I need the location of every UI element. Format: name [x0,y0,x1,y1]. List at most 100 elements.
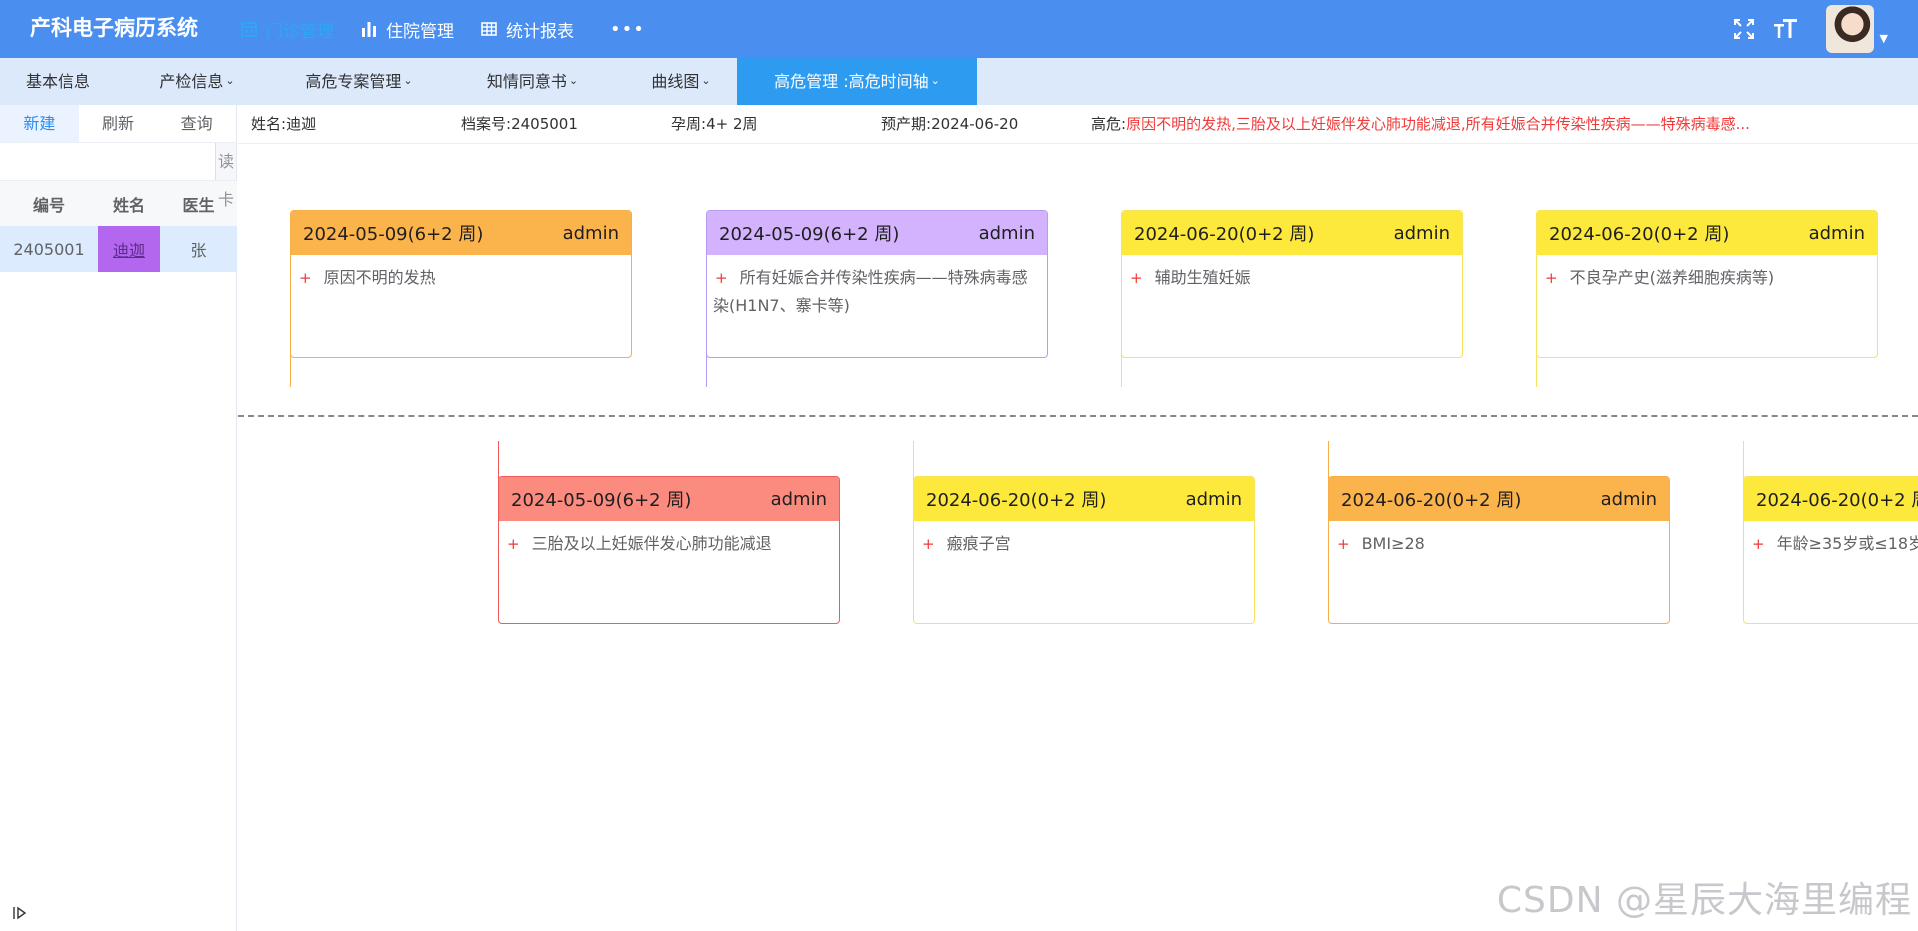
timeline-connector [498,441,499,481]
bar-chart-icon [360,20,378,38]
top-nav-outpatient[interactable]: 门诊管理 [240,17,334,42]
card-header: 2024-06-20(0+2 周) admin [1744,477,1918,521]
timeline-card[interactable]: 2024-05-09(6+2 周) admin + 所有妊娠合并传染性疾病——特殊… [706,210,1048,358]
chevron-down-icon: ⌄ [225,74,235,87]
column-header-id: 编号 [0,181,98,226]
more-icon[interactable]: ••• [610,19,645,40]
timeline-card[interactable]: 2024-06-20(0+2 周) admin + 辅助生殖妊娠 [1121,210,1463,358]
info-due-date: 预产期:2024-06-20 [881,105,1018,143]
card-item: 辅助生殖妊娠 [1154,268,1251,287]
chevron-down-icon: ⌄ [403,74,413,87]
query-button[interactable]: 查询 [157,105,236,142]
cell-id: 2405001 [0,226,98,272]
plus-icon: + [299,269,312,287]
card-user: admin [562,222,619,244]
card-item: 所有妊娠合并传染性疾病——特殊病毒感染(H1N7、寨卡等) [713,268,1028,315]
timeline-connector [1328,441,1329,481]
subnav-prenatal[interactable]: 产检信息 ⌄ [116,58,278,105]
card-user: admin [1600,488,1657,510]
card-item: 年龄≥35岁或≤18岁 [1776,534,1918,553]
top-nav: 门诊管理 住院管理 统计报表 ••• [240,0,645,58]
top-nav-inpatient[interactable]: 住院管理 [360,17,454,42]
card-body: + 辅助生殖妊娠 [1122,255,1462,292]
subnav-label: 知情同意书 [486,72,567,91]
info-week-label: 孕周: [671,115,707,133]
avatar[interactable] [1825,5,1874,53]
calendar-icon [240,20,258,38]
read-card-button[interactable]: 读卡 [216,143,236,209]
info-risk-label: 高危: [1091,115,1127,133]
timeline-card[interactable]: 2024-05-09(6+2 周) admin + 原因不明的发热 [290,210,632,358]
card-header: 2024-05-09(6+2 周) admin [499,477,839,521]
card-user: admin [1393,222,1450,244]
patient-info-bar: 姓名:迪迦 档案号:2405001 孕周:4+ 2周 预产期:2024-06-2… [238,105,1918,144]
info-file-no: 档案号:2405001 [461,105,578,143]
info-due-label: 预产期: [881,115,932,133]
high-risk-timeline: 2024-05-09(6+2 周) admin + 原因不明的发热 2024-05… [238,144,1918,931]
fullscreen-icon[interactable] [1732,17,1756,41]
timeline-card[interactable]: 2024-05-09(6+2 周) admin + 三胎及以上妊娠伴发心肺功能减退 [498,476,840,624]
card-user: admin [978,222,1035,244]
subnav-label: 曲线图 [651,72,700,91]
card-item: 三胎及以上妊娠伴发心肺功能减退 [531,534,772,553]
left-actions: 新建 刷新 查询 [0,105,236,143]
card-body: + 所有妊娠合并传染性疾病——特殊病毒感染(H1N7、寨卡等) [707,255,1047,320]
card-body: + 三胎及以上妊娠伴发心肺功能减退 [499,521,839,558]
info-file-value: 2405001 [511,115,578,133]
top-nav-label: 住院管理 [386,21,454,42]
timeline-card[interactable]: 2024-06-20(0+2 周) admin + 瘢痕子宫 [913,476,1255,624]
card-date: 2024-06-20(0+2 周) [1756,490,1918,511]
card-date: 2024-06-20(0+2 周) [1549,224,1730,245]
table-row[interactable]: 2405001 迪迦 张 [0,226,237,272]
plus-icon: + [1130,269,1143,287]
card-header: 2024-05-09(6+2 周) admin [291,211,631,255]
subnav-curve[interactable]: 曲线图 ⌄ [625,58,737,105]
card-date: 2024-05-09(6+2 周) [511,490,692,511]
subnav-highrisk-timeline[interactable]: 高危管理 :高危时间轴 ⌄ [737,58,977,105]
card-user: admin [1185,488,1242,510]
card-item: 不良孕产史(滋养细胞疾病等) [1569,268,1775,287]
chevron-down-icon: ⌄ [568,74,579,87]
subnav-label: 高危专案管理 [305,72,402,91]
timeline-card[interactable]: 2024-06-20(0+2 周) admin + BMI≥28 [1328,476,1670,624]
cell-name-link[interactable]: 迪迦 [98,226,160,272]
new-button[interactable]: 新建 [0,105,79,142]
card-date: 2024-06-20(0+2 周) [926,490,1107,511]
card-header: 2024-05-09(6+2 周) admin [707,211,1047,255]
plus-icon: + [922,535,935,553]
chevron-down-icon: ⌄ [930,74,940,87]
top-nav-reports[interactable]: 统计报表 [480,17,574,42]
card-date: 2024-05-09(6+2 周) [719,224,900,245]
font-size-icon[interactable] [1773,17,1798,41]
card-body: + 原因不明的发热 [291,255,631,292]
card-user: admin [1808,222,1865,244]
subnav-basic-info[interactable]: 基本信息 [0,58,116,105]
subnav-highrisk-case[interactable]: 高危专案管理 ⌄ [278,58,440,105]
timeline-connector [913,441,914,481]
table-header-row: 编号 姓名 医生 [0,181,237,226]
plus-icon: + [1545,269,1558,287]
card-user: admin [770,488,827,510]
subnav-consent[interactable]: 知情同意书 ⌄ [440,58,625,105]
collapse-sidebar-icon[interactable] [12,905,28,921]
timeline-axis [238,415,1918,417]
card-date: 2024-06-20(0+2 周) [1134,224,1315,245]
refresh-button[interactable]: 刷新 [79,105,158,142]
timeline-card[interactable]: 2024-06-20(0+2 周) admin + 不良孕产史(滋养细胞疾病等) [1536,210,1878,358]
watermark: CSDN @星辰大海里编程 [1496,880,1912,921]
card-body: + BMI≥28 [1329,521,1669,558]
card-header: 2024-06-20(0+2 周) admin [1122,211,1462,255]
chevron-down-icon[interactable]: ▼ [1880,32,1888,45]
info-high-risk: 高危:原因不明的发热,三胎及以上妊娠伴发心肺功能减退,所有妊娠合并传染性疾病——… [1091,105,1750,143]
column-header-name: 姓名 [98,181,160,226]
card-number-input[interactable] [0,143,216,180]
card-item: 原因不明的发热 [323,268,436,287]
card-reader-row: 读卡 [0,143,236,209]
sub-nav: 基本信息 产检信息 ⌄ 高危专案管理 ⌄ 知情同意书 ⌄ 曲线图 ⌄ 高危管理 :高危时… [0,58,1918,105]
card-header: 2024-06-20(0+2 周) admin [1537,211,1877,255]
info-file-label: 档案号: [461,115,512,133]
subnav-label: 产检信息 [159,72,224,91]
timeline-card[interactable]: 2024-06-20(0+2 周) admin + 年龄≥35岁或≤18岁 [1743,476,1918,624]
card-item: 瘢痕子宫 [946,534,1011,553]
top-header: 产科电子病历系统 门诊管理 住院管理 统计报表 ••• ▼ [0,0,1918,58]
